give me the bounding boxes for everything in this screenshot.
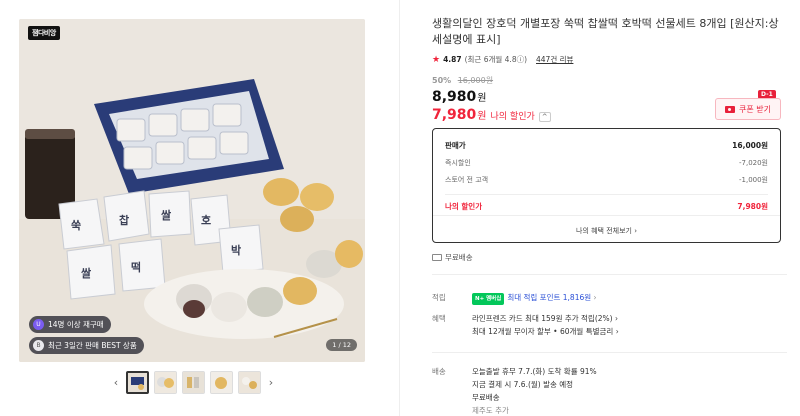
review-link[interactable]: 447건 리뷰 <box>536 54 573 65</box>
thumbnail[interactable] <box>210 371 233 394</box>
sale-price-value: 8,980 <box>432 89 477 105</box>
price-row-label: 판매가 <box>445 141 466 150</box>
product-main-image[interactable]: 쑥 찹 쌀 호 쌀 떡 박 잼다비앙 U 14명 이상 재구매 B 최근 3일간… <box>19 19 365 362</box>
star-icon: ★ <box>432 54 441 65</box>
price-row-value: -7,020원 <box>738 158 768 167</box>
price-row: 판매가 16,000원 <box>445 137 768 154</box>
price-row-value: -1,000원 <box>738 175 768 184</box>
divider <box>432 352 787 353</box>
my-price-row-value: 7,980원 <box>737 202 768 211</box>
thumbnail[interactable] <box>126 371 149 394</box>
prev-arrow-icon[interactable]: ‹ <box>111 376 121 389</box>
product-info: 생활의달인 장호덕 개별포장 쑥떡 찹쌀떡 호박떡 선물세트 8개입 [원산지:… <box>432 0 787 416</box>
repurchase-icon: U <box>33 319 44 330</box>
repurchase-badge: U 14명 이상 재구매 <box>29 316 111 333</box>
price-row: 스토어 전 고객 -1,000원 <box>445 171 768 188</box>
svg-text:호: 호 <box>201 213 211 227</box>
product-title: 생활의달인 장호덕 개별포장 쑥떡 찹쌀떡 호박떡 선물세트 8개입 [원산지:… <box>432 17 779 46</box>
benefit-card-link[interactable]: 라인프렌즈 카드 최대 159원 추가 적립(2%) › <box>472 313 618 325</box>
image-counter: 1 / 12 <box>326 339 357 351</box>
delivery-ship-date: 지금 결제 시 7.6.(월) 발송 예정 <box>472 380 574 389</box>
discount-row: 50% 16,000원 <box>432 75 493 86</box>
currency-unit: 원 <box>477 111 487 122</box>
rice-cake-gift-set-photo: 쑥 찹 쌀 호 쌀 떡 박 <box>19 19 365 362</box>
original-price: 16,000원 <box>457 76 494 85</box>
thumbnail-strip: ‹ › <box>111 371 276 394</box>
price-breakdown-box: 판매가 16,000원 즉시할인 -7,020원 스토어 전 고객 -1,000… <box>432 128 781 243</box>
rating-detail: (최근 6개월 4.8ⓘ) <box>464 55 528 64</box>
sale-price: 8,980원 <box>432 89 487 105</box>
svg-text:찹: 찹 <box>119 213 129 227</box>
ticket-icon <box>725 105 735 113</box>
npay-membership-icon: N+ 멤버십 <box>472 293 505 305</box>
svg-text:쌀: 쌀 <box>81 266 91 280</box>
price-row-label: 스토어 전 고객 <box>445 175 489 184</box>
divider <box>432 274 787 275</box>
svg-text:쌀: 쌀 <box>161 208 171 222</box>
points-value: N+ 멤버십 최대 적립 포인트 1,816원 › <box>472 292 597 305</box>
repurchase-text: 14명 이상 재구매 <box>48 320 104 329</box>
best-seller-badge: B 최근 3일간 판매 BEST 상품 <box>29 337 144 354</box>
my-discount-price: 7,980 원 나의 할인가 ^ <box>432 107 551 123</box>
delivery-eta: 오늘출발 휴무 7.7.(화) 도착 확률 91% <box>472 367 597 376</box>
chevron-right-icon[interactable]: › <box>594 293 597 302</box>
my-price-row-label: 나의 할인가 <box>445 202 483 211</box>
my-price-row: 나의 할인가 7,980원 <box>445 194 768 216</box>
brand-badge: 잼다비앙 <box>28 26 60 40</box>
chevron-up-icon[interactable]: ^ <box>538 112 551 122</box>
delivery-extra: 제주도 추가 <box>472 406 509 415</box>
my-price-value: 7,980 <box>432 107 477 123</box>
points-key: 적립 <box>432 293 446 302</box>
thumbnail[interactable] <box>154 371 177 394</box>
points-text[interactable]: 최대 적립 포인트 1,816원 <box>507 293 591 302</box>
coupon-label: 쿠폰 받기 <box>739 104 771 114</box>
benefit-installment-link[interactable]: 최대 12개월 무이자 할부 • 60개월 특별금리 › <box>472 326 619 338</box>
price-row-value: 16,000원 <box>732 141 768 150</box>
best-seller-text: 최근 3일간 판매 BEST 상품 <box>48 341 137 350</box>
svg-text:쑥: 쑥 <box>71 219 81 232</box>
free-shipping-label: 무료배송 <box>445 253 473 262</box>
discount-percent: 50% <box>432 76 452 85</box>
my-price-label: 나의 할인가 <box>490 112 535 122</box>
price-row-label: 즉시할인 <box>445 158 471 167</box>
rating-row: ★ 4.87 (최근 6개월 4.8ⓘ) 447건 리뷰 <box>432 54 573 65</box>
currency-unit: 원 <box>477 93 487 104</box>
coupon-button[interactable]: 쿠폰 받기 <box>715 98 781 120</box>
rating-score: 4.87 <box>443 55 462 64</box>
svg-text:떡: 떡 <box>131 260 141 274</box>
truck-icon <box>432 254 442 261</box>
svg-text:박: 박 <box>231 243 241 257</box>
view-all-benefits-link[interactable]: 나의 혜택 전체보기 › <box>433 215 780 236</box>
price-row: 즉시할인 -7,020원 <box>445 154 768 171</box>
next-arrow-icon[interactable]: › <box>266 376 276 389</box>
free-shipping-tag: 무료배송 <box>432 252 473 263</box>
benefits-key: 혜택 <box>432 314 446 323</box>
thumbnail[interactable] <box>182 371 205 394</box>
delivery-key: 배송 <box>432 367 446 376</box>
delivery-fee: 무료배송 <box>472 393 500 402</box>
thumbnail[interactable] <box>238 371 261 394</box>
product-gallery: 쑥 찹 쌀 호 쌀 떡 박 잼다비앙 U 14명 이상 재구매 B 최근 3일간… <box>0 0 400 416</box>
best-icon: B <box>33 340 44 351</box>
